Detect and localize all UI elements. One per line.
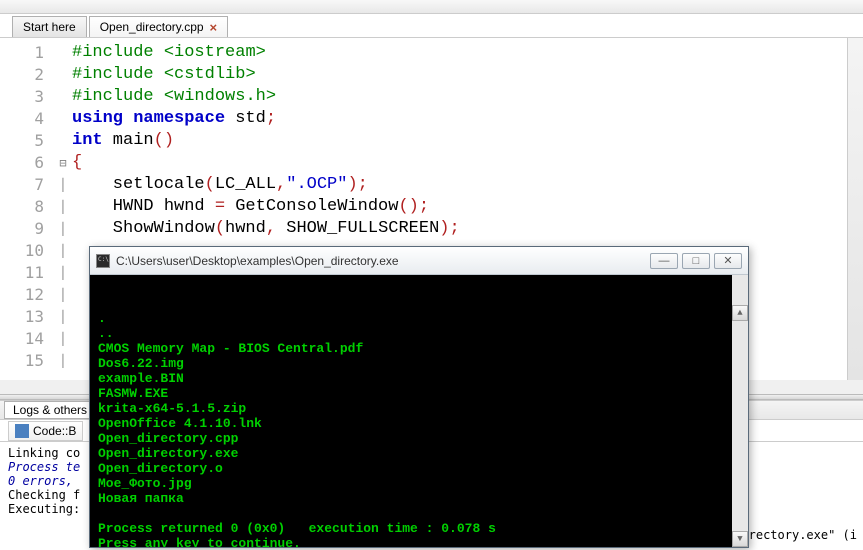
console-window[interactable]: C:\Users\user\Desktop\examples\Open_dire… (89, 246, 749, 548)
build-log-fragment: rectory.exe" (i (749, 528, 857, 542)
sub-tab-codeblocks[interactable]: Code::B (8, 421, 83, 441)
sub-tab-label: Code::B (33, 424, 76, 438)
minimize-button[interactable]: — (650, 253, 678, 269)
console-title: C:\Users\user\Desktop\examples\Open_dire… (116, 254, 650, 268)
editor-tabs: Start here Open_directory.cpp × (0, 14, 863, 38)
close-button[interactable]: ✕ (714, 253, 742, 269)
console-scrollbar[interactable]: ▲ ▼ (732, 275, 748, 547)
window-buttons: — □ ✕ (650, 253, 742, 269)
tab-label: Start here (23, 20, 76, 34)
maximize-button[interactable]: □ (682, 253, 710, 269)
console-app-icon (96, 254, 110, 268)
window-frame-top (0, 0, 863, 14)
console-output[interactable]: . .. CMOS Memory Map - BIOS Central.pdf … (90, 275, 748, 547)
panel-tab-label: Logs & others (13, 403, 87, 417)
console-titlebar[interactable]: C:\Users\user\Desktop\examples\Open_dire… (90, 247, 748, 275)
panel-tab-logs[interactable]: Logs & others (4, 401, 96, 419)
editor-right-scrollbar[interactable] (847, 38, 863, 380)
close-icon[interactable]: × (210, 21, 218, 34)
line-number-gutter: 123456789101112131415 (0, 38, 54, 380)
scroll-up-icon[interactable]: ▲ (732, 305, 748, 321)
console-text: . .. CMOS Memory Map - BIOS Central.pdf … (98, 311, 740, 547)
fold-column[interactable]: ⊟│││││││││ (54, 38, 72, 380)
scroll-down-icon[interactable]: ▼ (732, 531, 748, 547)
codeblocks-icon (15, 424, 29, 438)
tab-label: Open_directory.cpp (100, 20, 204, 34)
tab-start-here[interactable]: Start here (12, 16, 87, 37)
tab-open-directory[interactable]: Open_directory.cpp × (89, 16, 228, 37)
